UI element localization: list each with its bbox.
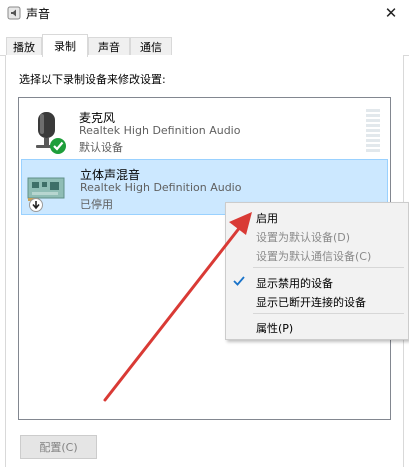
tab-playback[interactable]: 播放 — [6, 37, 42, 56]
device-item-microphone[interactable]: 麦克风 Realtek High Definition Audio 默认设备 — [21, 103, 388, 159]
tab-communications[interactable]: 通信 — [130, 37, 172, 56]
close-button[interactable]: ✕ — [373, 0, 409, 26]
tab-recording[interactable]: 录制 — [42, 34, 88, 57]
close-icon: ✕ — [384, 4, 398, 22]
title-bar: 声音 ✕ — [0, 0, 409, 26]
device-status: 默认设备 — [79, 141, 123, 154]
menu-item-set-default[interactable]: 设置为默认设备(D) — [256, 229, 350, 245]
sound-card-icon — [27, 177, 65, 212]
device-driver: Realtek High Definition Audio — [80, 181, 242, 194]
menu-item-set-default-communication[interactable]: 设置为默认通信设备(C) — [256, 248, 371, 264]
menu-separator — [253, 313, 404, 314]
tab-strip: 播放 录制 声音 通信 — [0, 34, 409, 57]
default-check-icon — [50, 138, 66, 154]
device-status: 已停用 — [80, 198, 113, 211]
window-title: 声音 — [26, 7, 51, 21]
menu-item-properties[interactable]: 属性(P) — [256, 320, 293, 336]
context-menu: 启用 设置为默认设备(D) 设置为默认通信设备(C) 显示禁用的设备 显示已断开… — [225, 202, 409, 340]
menu-item-show-disconnected[interactable]: 显示已断开连接的设备 — [256, 294, 366, 310]
disabled-arrow-icon — [29, 198, 43, 212]
menu-item-enable[interactable]: 启用 — [256, 210, 278, 226]
menu-separator — [253, 267, 404, 268]
tab-sounds[interactable]: 声音 — [88, 37, 130, 56]
instruction-text: 选择以下录制设备来修改设置: — [19, 73, 166, 86]
configure-button[interactable]: 配置(C) — [20, 435, 97, 459]
microphone-icon — [36, 112, 66, 154]
speaker-icon — [7, 6, 21, 20]
level-meter — [366, 109, 380, 155]
device-driver: Realtek High Definition Audio — [79, 124, 241, 137]
checkmark-icon — [233, 276, 245, 286]
menu-item-show-disabled[interactable]: 显示禁用的设备 — [256, 275, 333, 291]
